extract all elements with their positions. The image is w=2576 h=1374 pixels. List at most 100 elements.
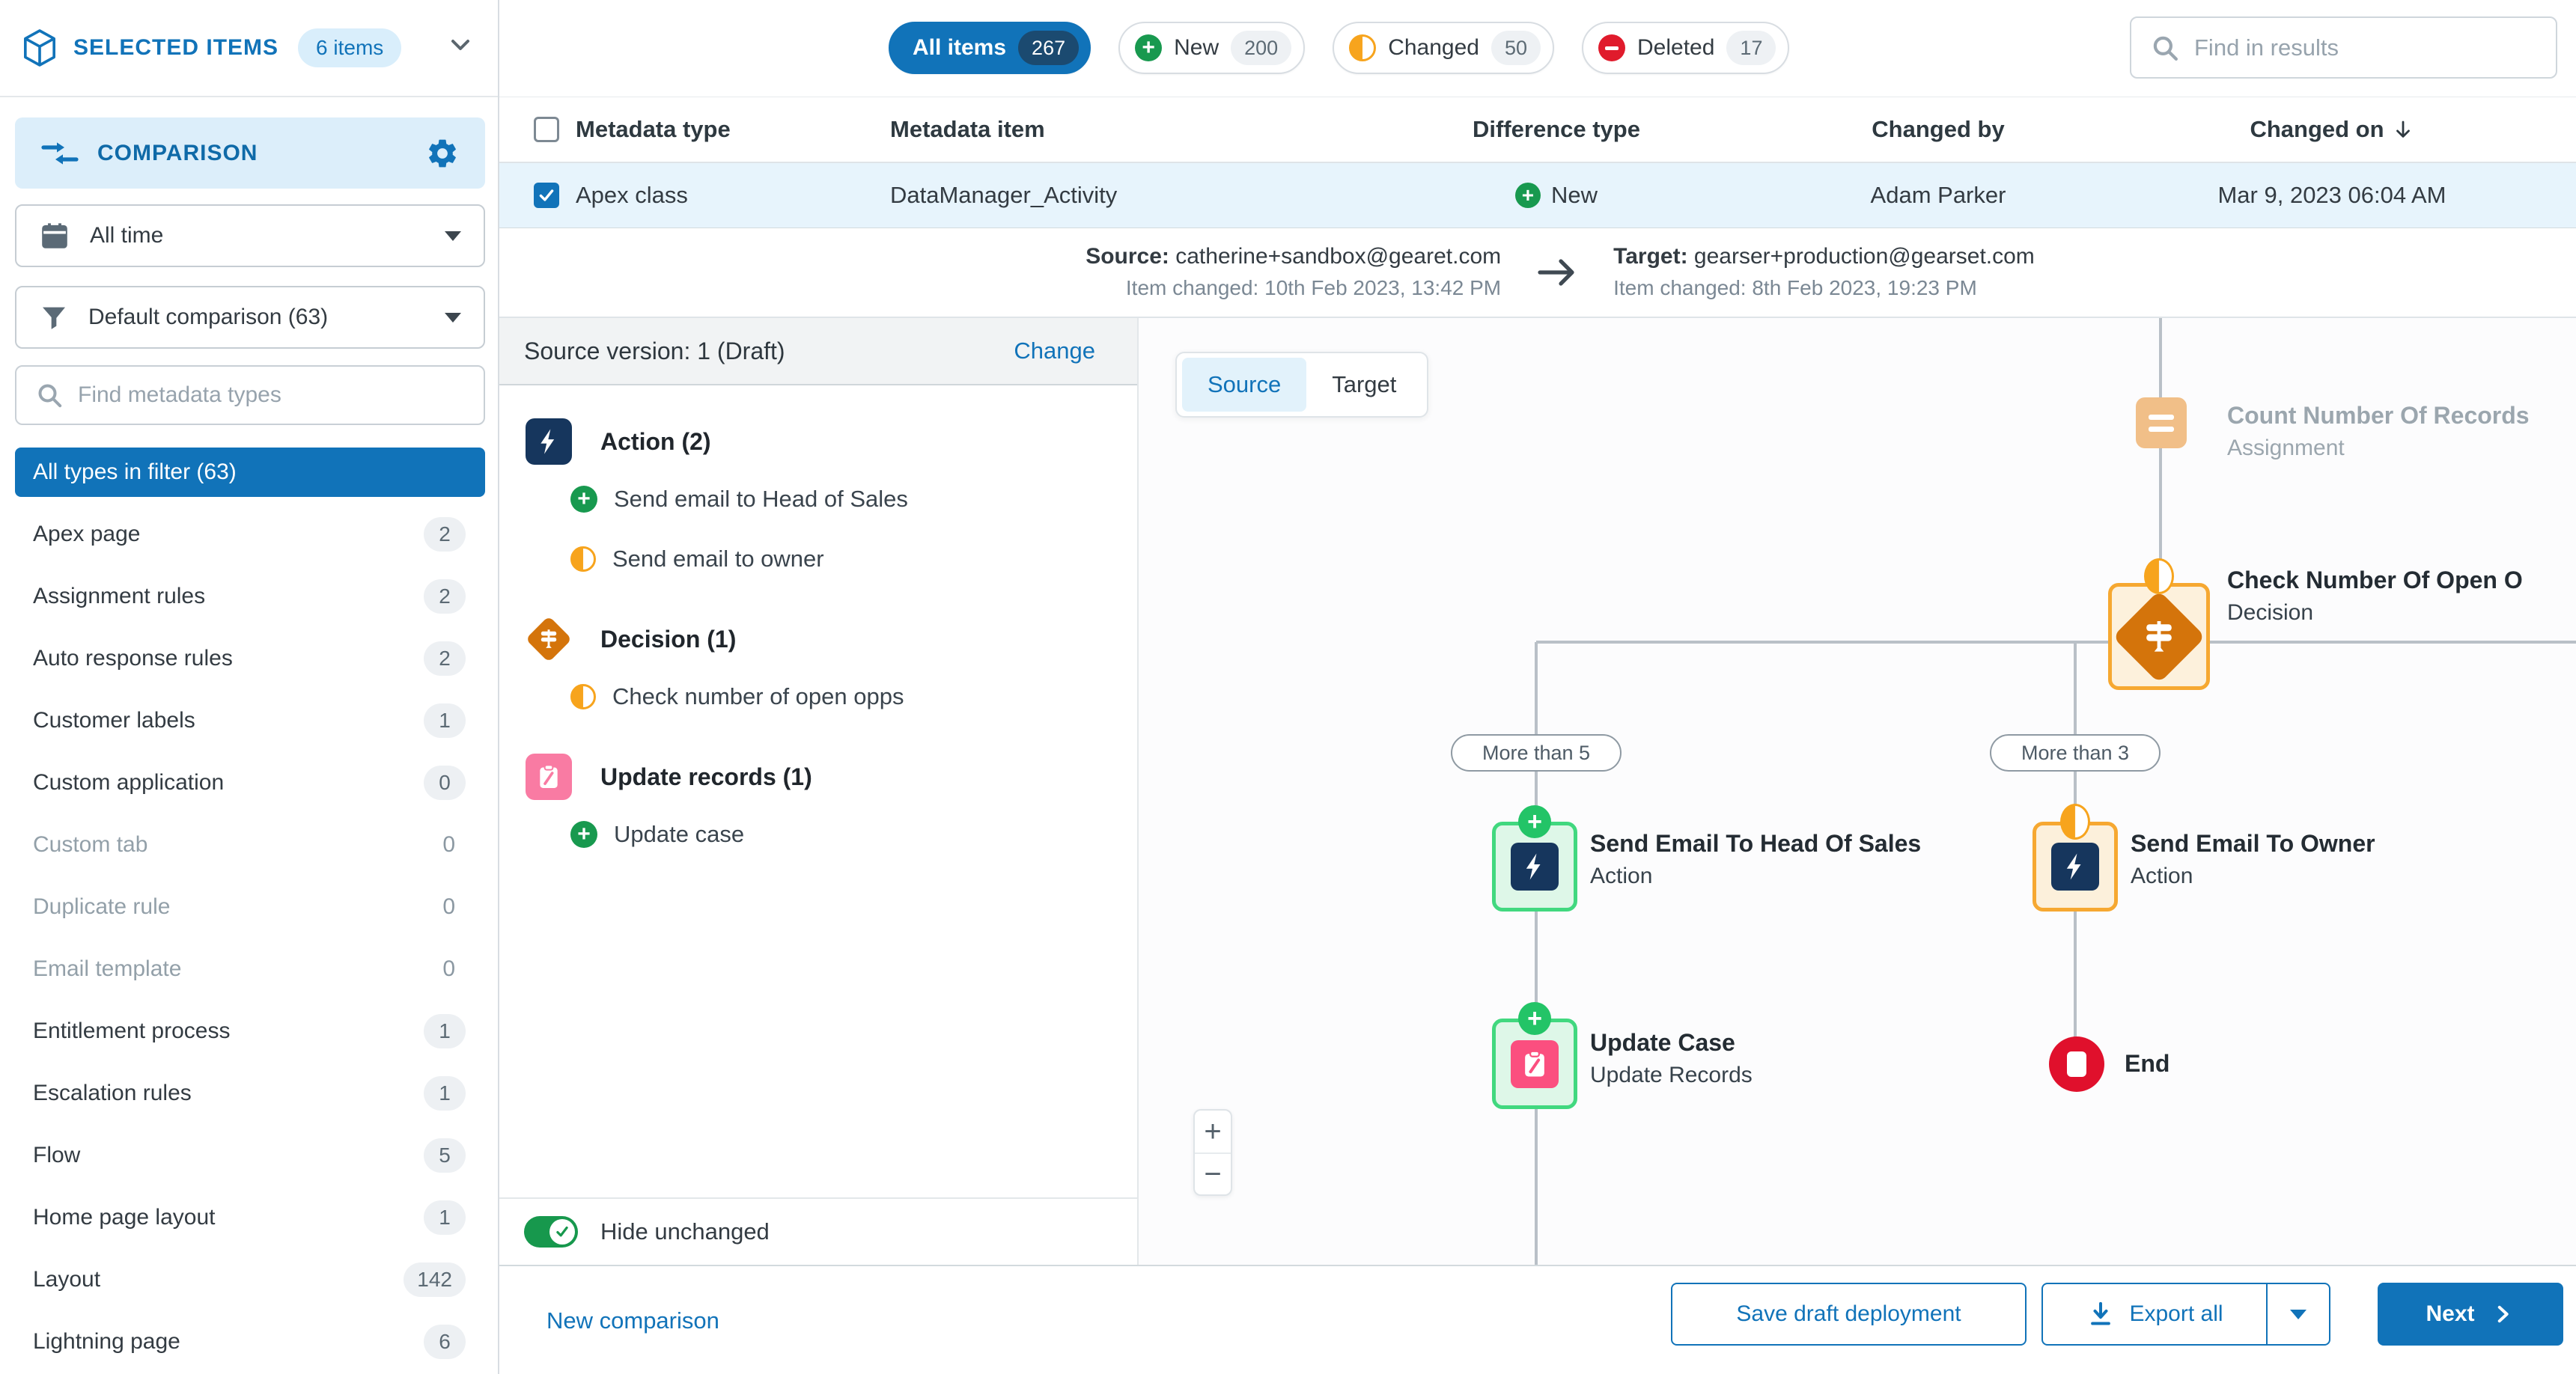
- node-assignment-label: Count Number Of Records Assignment: [2227, 399, 2530, 465]
- export-options-dropdown[interactable]: [2268, 1284, 2329, 1344]
- node-decision[interactable]: [2108, 583, 2210, 690]
- node-title: Count Number Of Records: [2227, 399, 2530, 432]
- source-org: catherine+sandbox@gearet.com: [1175, 244, 1501, 269]
- plus-circle-icon: +: [570, 486, 597, 513]
- node-title: Update Case: [1590, 1026, 1753, 1059]
- comparison-title: COMPARISON: [97, 141, 258, 166]
- type-label: Custom application: [33, 770, 224, 796]
- type-count: 0: [442, 956, 466, 982]
- save-draft-deployment-button[interactable]: Save draft deployment: [1671, 1283, 2027, 1346]
- column-changed-on[interactable]: Changed on: [2118, 116, 2576, 143]
- update-records-clipboard-icon: [1511, 1040, 1559, 1088]
- sidebar-item-custom-tab[interactable]: Custom tab0: [15, 820, 485, 870]
- group-label: Decision (1): [600, 626, 736, 653]
- element-item[interactable]: + Send email to Head of Sales: [570, 486, 1137, 513]
- flow-diagram-panel[interactable]: Source Target Count Number Of Records As…: [1139, 318, 2576, 1265]
- selected-items-header[interactable]: SELECTED ITEMS 6 items: [0, 0, 498, 97]
- type-count-badge: 6: [424, 1325, 466, 1359]
- results-search-box: [2130, 16, 2557, 79]
- source-version-title: Source version: 1 (Draft): [524, 338, 785, 365]
- sidebar-item-apex-page[interactable]: Apex page2: [15, 510, 485, 559]
- comparison-filter-select[interactable]: Default comparison (63): [15, 286, 485, 349]
- action-lightning-icon: [1511, 843, 1559, 891]
- sidebar-item-flow[interactable]: Flow5: [15, 1131, 485, 1180]
- calendar-icon: [39, 220, 70, 251]
- column-difference-type[interactable]: Difference type: [1354, 116, 1759, 143]
- search-icon: [34, 380, 64, 410]
- chevron-right-icon: [2490, 1301, 2515, 1327]
- type-count: 0: [442, 894, 466, 920]
- search-icon: [2149, 32, 2181, 64]
- cell-changed-on: Mar 9, 2023 06:04 AM: [2118, 182, 2576, 209]
- type-label: All types in filter (63): [33, 459, 237, 485]
- row-checkbox[interactable]: [534, 183, 559, 208]
- zoom-in-button[interactable]: +: [1195, 1111, 1231, 1152]
- sidebar-item-customer-labels[interactable]: Customer labels1: [15, 696, 485, 745]
- sidebar-item-custom-application[interactable]: Custom application0: [15, 758, 485, 807]
- arrow-right-icon: [1535, 255, 1579, 290]
- gear-icon[interactable]: [425, 136, 460, 171]
- sidebar: SELECTED ITEMS 6 items COMPARISON All ti…: [0, 0, 499, 1374]
- sidebar-item-entitlement-process[interactable]: Entitlement process1: [15, 1007, 485, 1056]
- column-changed-by[interactable]: Changed by: [1759, 116, 2118, 143]
- export-all-label: Export all: [2129, 1301, 2223, 1327]
- sidebar-item-all-types[interactable]: All types in filter (63): [15, 448, 485, 497]
- filter-changed[interactable]: Changed 50: [1333, 22, 1554, 74]
- filter-all-items[interactable]: All items 267: [889, 22, 1091, 74]
- tab-target[interactable]: Target: [1306, 358, 1422, 412]
- group-header: Decision (1): [526, 616, 1137, 662]
- sidebar-item-escalation-rules[interactable]: Escalation rules1: [15, 1069, 485, 1118]
- cell-metadata-type: Apex class: [576, 182, 890, 209]
- type-label: Layout: [33, 1267, 100, 1292]
- element-item[interactable]: + Update case: [570, 821, 1137, 848]
- column-metadata-type[interactable]: Metadata type: [576, 116, 890, 143]
- metadata-search-input[interactable]: [78, 382, 437, 408]
- sidebar-item-duplicate-rule[interactable]: Duplicate rule0: [15, 882, 485, 932]
- sidebar-item-auto-response-rules[interactable]: Auto response rules2: [15, 634, 485, 683]
- tab-source[interactable]: Source: [1182, 358, 1306, 412]
- column-metadata-item[interactable]: Metadata item: [890, 116, 1354, 143]
- zoom-out-button[interactable]: −: [1195, 1152, 1231, 1194]
- select-all-checkbox[interactable]: [534, 117, 559, 142]
- sidebar-item-layout[interactable]: Layout 142: [15, 1255, 485, 1304]
- half-circle-changed-icon: [570, 546, 596, 572]
- chevron-down-icon[interactable]: [445, 30, 475, 66]
- version-panel-footer: Hide unchanged: [499, 1197, 1137, 1265]
- node-decision-label: Check Number Of Open O Decision: [2227, 564, 2523, 629]
- source-label: Source:: [1085, 244, 1169, 269]
- element-group-action: Action (2) + Send email to Head of Sales…: [526, 418, 1137, 572]
- node-end-icon[interactable]: [2049, 1036, 2104, 1092]
- element-label: Update case: [614, 821, 744, 848]
- time-filter-select[interactable]: All time: [15, 204, 485, 267]
- filter-count-badge: 267: [1018, 31, 1079, 65]
- new-comparison-link[interactable]: New comparison: [546, 1266, 719, 1374]
- cell-difference-type: + New: [1354, 182, 1759, 209]
- hide-unchanged-toggle[interactable]: [524, 1216, 578, 1248]
- element-item[interactable]: Send email to owner: [570, 546, 1137, 572]
- sidebar-item-email-template[interactable]: Email template0: [15, 944, 485, 994]
- source-version-panel: Source version: 1 (Draft) Change Action …: [499, 318, 1139, 1265]
- results-table-header: Metadata type Metadata item Difference t…: [499, 97, 2576, 163]
- export-all-button[interactable]: Export all: [2043, 1284, 2268, 1344]
- results-toolbar: All items 267 + New 200 Changed 50 Delet…: [499, 0, 2576, 97]
- table-row[interactable]: Apex class DataManager_Activity + New Ad…: [499, 163, 2576, 228]
- type-count-badge: 142: [404, 1262, 466, 1297]
- sidebar-item-lightning-page[interactable]: Lightning page 6: [15, 1317, 485, 1367]
- update-records-clipboard-icon: [526, 754, 572, 800]
- element-item[interactable]: Check number of open opps: [570, 683, 1137, 710]
- comparison-banner: COMPARISON: [15, 117, 485, 189]
- type-label: Lightning page: [33, 1329, 180, 1355]
- flow-view-switcher: Source Target: [1175, 352, 1428, 418]
- source-changed-date: Item changed: 10th Feb 2023, 13:42 PM: [1085, 272, 1501, 304]
- node-assignment-icon[interactable]: [2136, 397, 2187, 448]
- next-button[interactable]: Next: [2378, 1283, 2563, 1346]
- change-version-link[interactable]: Change: [1014, 338, 1095, 364]
- sidebar-item-assignment-rules[interactable]: Assignment rules2: [15, 572, 485, 621]
- target-org: gearser+production@gearset.com: [1694, 244, 2035, 269]
- filter-deleted[interactable]: Deleted 17: [1582, 22, 1789, 74]
- element-label: Send email to Head of Sales: [614, 486, 908, 513]
- filter-new[interactable]: + New 200: [1118, 22, 1305, 74]
- type-label: Flow: [33, 1143, 80, 1168]
- sidebar-item-home-page-layout[interactable]: Home page layout1: [15, 1193, 485, 1242]
- results-search-input[interactable]: [2194, 34, 2524, 61]
